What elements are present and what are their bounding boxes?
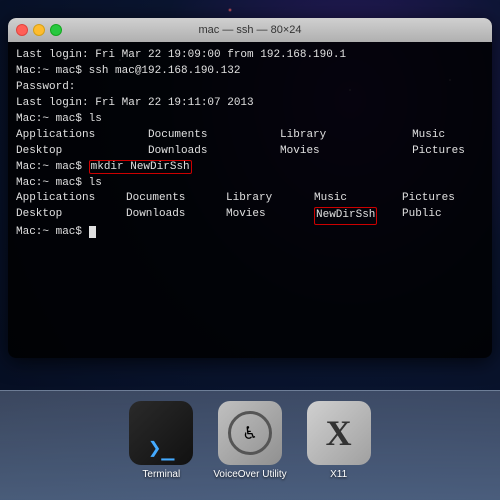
voiceover-dock-icon[interactable]: ♿: [218, 401, 282, 465]
maximize-button[interactable]: [50, 24, 62, 36]
ls-col: Library: [226, 191, 314, 207]
newdir-highlight: NewDirSsh: [314, 207, 377, 225]
x11-letter-icon: X: [326, 412, 352, 454]
traffic-lights: [16, 24, 62, 36]
dock-item-x11[interactable]: X X11: [307, 401, 371, 480]
voiceover-dock-label: VoiceOver Utility: [213, 469, 286, 480]
terminal-content[interactable]: Last login: Fri Mar 22 19:09:00 from 192…: [8, 42, 492, 358]
x11-dock-label: X11: [330, 469, 347, 480]
ls-col: Downloads: [126, 207, 226, 225]
ls-col: Music: [314, 191, 402, 207]
close-button[interactable]: [16, 24, 28, 36]
ls-col-newdir: NewDirSsh: [314, 207, 402, 225]
ls-output-row2: Desktop Downloads Movies NewDirSsh Publi…: [16, 207, 484, 225]
ls-output-row1: Applications Documents Library Music Pic…: [16, 191, 484, 207]
ls-col: Documents: [126, 191, 226, 207]
terminal-line: Last login: Fri Mar 22 19:11:07 2013: [16, 96, 484, 112]
terminal-line: Mac:~ mac$ ssh mac@192.168.190.132: [16, 64, 484, 80]
accessibility-icon: ♿: [244, 420, 256, 446]
desktop: mac — ssh — 80×24 Last login: Fri Mar 22…: [0, 0, 500, 500]
terminal-line: Desktop Downloads Movies Pictures: [16, 144, 484, 160]
ls-col: Public: [402, 207, 482, 225]
x11-dock-icon[interactable]: X: [307, 401, 371, 465]
voiceover-circle-icon: ♿: [228, 411, 272, 455]
terminal-line: Password:: [16, 80, 484, 96]
ls-col: Movies: [226, 207, 314, 225]
window-title: mac — ssh — 80×24: [198, 24, 301, 36]
terminal-line: Mac:~ mac$ ls: [16, 112, 484, 128]
terminal-line: Applications Documents Library Music Pub…: [16, 128, 484, 144]
minimize-button[interactable]: [33, 24, 45, 36]
terminal-chevron-icon: ❯_: [148, 436, 175, 461]
title-bar: mac — ssh — 80×24: [8, 18, 492, 42]
ls-col: Pictures: [402, 191, 482, 207]
dock-item-voiceover[interactable]: ♿ VoiceOver Utility: [213, 401, 286, 480]
terminal-dock-icon[interactable]: ❯_: [129, 401, 193, 465]
cursor: [89, 226, 96, 238]
terminal-dock-label: Terminal: [142, 469, 180, 480]
terminal-prompt-line: Mac:~ mac$: [16, 225, 484, 241]
terminal-line-mkdir: Mac:~ mac$ mkdir NewDirSsh: [16, 160, 484, 176]
terminal-line: Last login: Fri Mar 22 19:09:00 from 192…: [16, 48, 484, 64]
terminal-window: mac — ssh — 80×24 Last login: Fri Mar 22…: [8, 18, 492, 358]
ls-col: Desktop: [16, 207, 126, 225]
terminal-line: Mac:~ mac$ ls: [16, 176, 484, 192]
ls-col: Applications: [16, 191, 126, 207]
mkdir-command-highlight: mkdir NewDirSsh: [89, 160, 192, 174]
dock: ❯_ Terminal ♿ VoiceOver Utility X X11: [0, 390, 500, 500]
dock-item-terminal[interactable]: ❯_ Terminal: [129, 401, 193, 480]
